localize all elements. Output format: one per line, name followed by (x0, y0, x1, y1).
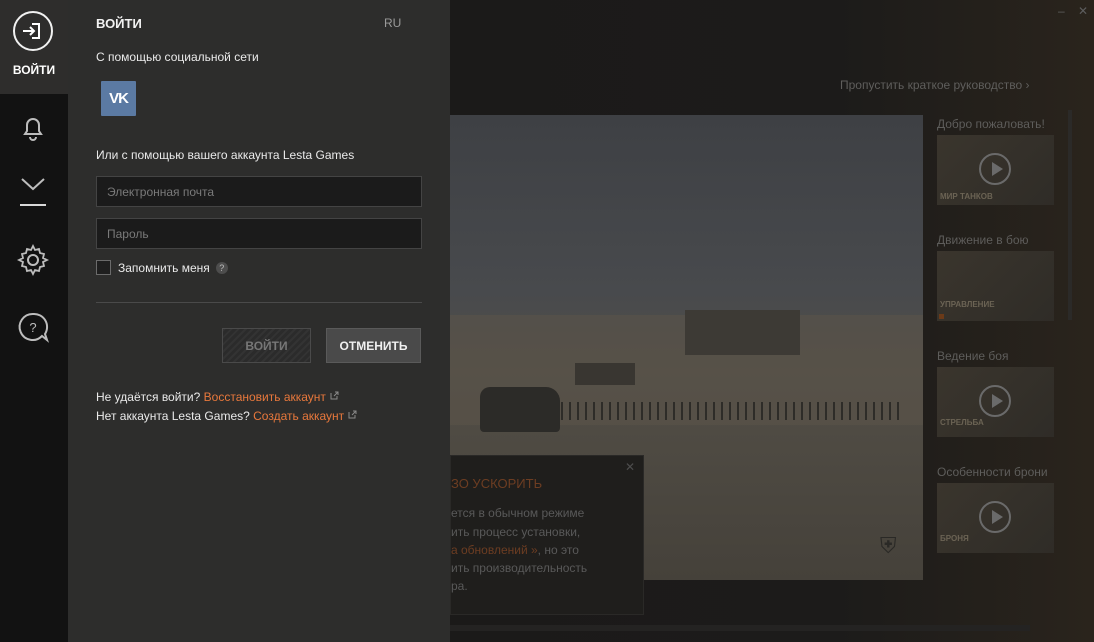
rail-login-button[interactable]: ВОЙТИ (0, 0, 68, 94)
rail-login-label: ВОЙТИ (12, 63, 56, 77)
tip-line: ра. (451, 579, 468, 593)
recover-prompt: Не удаётся войти? (96, 390, 201, 404)
scrollbar[interactable] (1068, 110, 1072, 320)
language-selector[interactable]: RU (384, 16, 401, 30)
video-title: Добро пожаловать! (937, 117, 1045, 131)
video-caption: БРОНЯ (940, 534, 969, 543)
play-icon (979, 153, 1011, 185)
password-field[interactable] (96, 218, 422, 249)
video-title: Ведение боя (937, 349, 1009, 363)
tip-line: ить процесс установки, (451, 525, 581, 539)
video-caption: УПРАВЛЕНИЕ (940, 300, 995, 309)
login-panel: ВОЙТИ RU С помощью социальной сети VK Ил… (68, 0, 450, 642)
tip-line: а обновлений », но это (451, 543, 579, 557)
bottom-progress-bar (450, 625, 1030, 631)
recover-row: Не удаётся войти? Восстановить аккаунт (96, 390, 339, 404)
launcher-background: – ✕ Пропустить краткое руководство › ⛨ З… (450, 0, 1094, 642)
play-icon (979, 385, 1011, 417)
video-title: Движение в бою (937, 233, 1029, 247)
download-icon[interactable] (16, 172, 50, 206)
question-icon[interactable]: ? (215, 261, 228, 274)
gear-icon[interactable] (16, 243, 50, 277)
remember-me[interactable]: Запомнить меня ? (96, 260, 228, 275)
remember-checkbox[interactable] (96, 260, 111, 275)
close-icon[interactable]: ✕ (1078, 4, 1088, 18)
left-rail: ВОЙТИ ? (0, 0, 68, 642)
video-fence (545, 402, 905, 420)
cancel-button[interactable]: ОТМЕНИТЬ (326, 328, 421, 363)
video-thumbnail[interactable]: БРОНЯ (937, 483, 1054, 553)
video-bunker (685, 310, 800, 355)
create-row: Нет аккаунта Lesta Games? Создать аккаун… (96, 409, 357, 423)
create-account-link[interactable]: Создать аккаунт (253, 409, 344, 423)
divider (96, 302, 422, 303)
video-title: Особенности брони (937, 465, 1048, 479)
tip-popup: ЗО УСКОРИТЬ ✕ ется в обычном режиме ить … (450, 455, 644, 615)
video-caption: СТРЕЛЬБА (940, 418, 984, 427)
progress-dot (939, 314, 944, 319)
login-button[interactable]: ВОЙТИ (222, 328, 311, 363)
recover-link[interactable]: Восстановить аккаунт (204, 390, 326, 404)
watermark-icon: ⛨ (880, 533, 897, 558)
create-prompt: Нет аккаунта Lesta Games? (96, 409, 250, 423)
remember-label: Запомнить меня (118, 260, 210, 275)
help-icon[interactable]: ? (16, 310, 50, 344)
video-thumbnail[interactable]: УПРАВЛЕНИЕ (937, 251, 1054, 321)
tip-line: ется в обычном режиме (451, 506, 585, 520)
play-icon (979, 501, 1011, 533)
social-label: С помощью социальной сети (96, 50, 259, 64)
video-bunker-small (575, 363, 635, 385)
video-thumbnail[interactable]: МИР ТАНКОВ (937, 135, 1054, 205)
video-tank (480, 387, 560, 432)
svg-text:?: ? (29, 320, 36, 335)
bell-icon[interactable] (16, 110, 50, 144)
external-link-icon (348, 410, 357, 419)
tip-link[interactable]: а обновлений » (451, 543, 538, 557)
external-link-icon (330, 391, 339, 400)
login-icon (13, 11, 53, 51)
tip-line: ить производительность (451, 561, 588, 575)
vk-login-button[interactable]: VK (101, 81, 136, 116)
email-field[interactable] (96, 176, 422, 207)
video-thumbnail[interactable]: СТРЕЛЬБА (937, 367, 1054, 437)
account-label: Или с помощью вашего аккаунта Lesta Game… (96, 148, 355, 162)
tip-close-icon[interactable]: ✕ (625, 460, 635, 474)
tip-title: ЗО УСКОРИТЬ (451, 476, 543, 491)
video-caption: МИР ТАНКОВ (940, 192, 993, 201)
skip-tutorial-link[interactable]: Пропустить краткое руководство › (840, 78, 1030, 92)
minimize-icon[interactable]: – (1058, 4, 1065, 18)
panel-title: ВОЙТИ (96, 16, 142, 31)
vk-icon: VK (109, 90, 129, 107)
